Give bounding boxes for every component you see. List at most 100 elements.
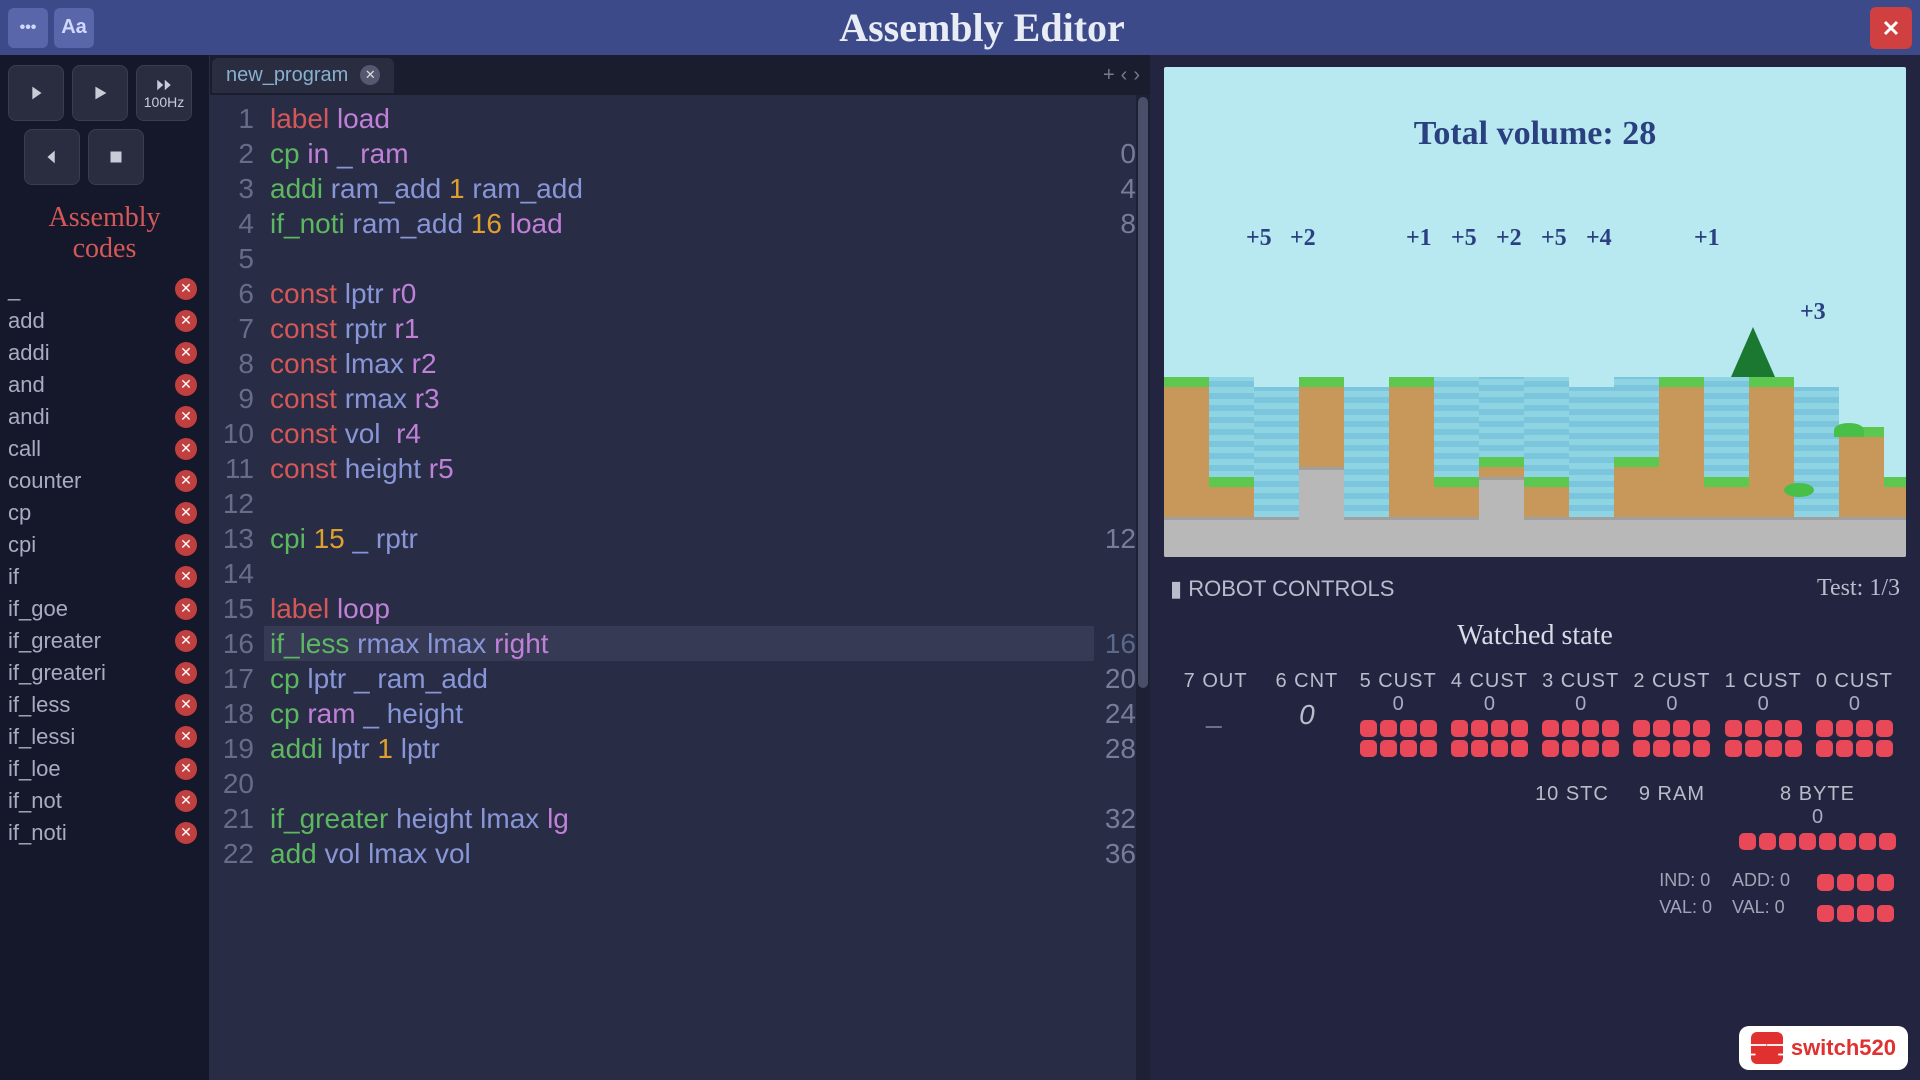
code-item[interactable]: if_loe✕ — [4, 753, 201, 785]
game-view: Total volume: 28 +5+2+1+5+2+5+4+1+3 — [1164, 67, 1906, 557]
code-line[interactable]: if_noti ram_add 16 load — [264, 206, 1094, 241]
tab-bar: new_program ✕ + ‹ › — [210, 55, 1150, 95]
volume-label: +4 — [1586, 225, 1612, 252]
remove-code-icon[interactable]: ✕ — [175, 374, 197, 396]
code-label: if_not — [8, 788, 62, 814]
code-area[interactable]: 12345678910111213141516171819202122 labe… — [210, 95, 1150, 1080]
code-item[interactable]: if_goe✕ — [4, 593, 201, 625]
state-col: 9 RAM — [1639, 783, 1705, 854]
code-item[interactable]: if_noti✕ — [4, 817, 201, 849]
tab-close-icon[interactable]: ✕ — [360, 65, 380, 85]
code-line[interactable] — [264, 241, 1094, 276]
code-line[interactable]: label load — [264, 101, 1094, 136]
remove-code-icon[interactable]: ✕ — [175, 406, 197, 428]
editor-scrollbar[interactable] — [1136, 95, 1150, 1080]
code-item[interactable]: if_lessi✕ — [4, 721, 201, 753]
remove-code-icon[interactable]: ✕ — [175, 438, 197, 460]
remove-code-icon[interactable]: ✕ — [175, 758, 197, 780]
code-line[interactable]: label loop — [264, 591, 1094, 626]
code-line[interactable]: const lmax r2 — [264, 346, 1094, 381]
state-col: 0 CUST0 — [1809, 670, 1900, 761]
code-item[interactable]: add✕ — [4, 305, 201, 337]
code-line[interactable]: if_greater height lmax lg — [264, 801, 1094, 836]
plant-icon — [1834, 423, 1864, 437]
tab-next-button[interactable]: › — [1133, 64, 1140, 87]
state-col: 4 CUST0 — [1444, 670, 1535, 761]
remove-code-icon[interactable]: ✕ — [175, 598, 197, 620]
code-line[interactable]: const rptr r1 — [264, 311, 1094, 346]
remove-code-icon[interactable]: ✕ — [175, 630, 197, 652]
state-row: 7 OUT_6 CNT05 CUST04 CUST03 CUST02 CUST0… — [1170, 670, 1900, 761]
stop-button[interactable] — [88, 129, 144, 185]
code-label: _ — [8, 276, 20, 302]
remove-code-icon[interactable]: ✕ — [175, 662, 197, 684]
code-line[interactable]: const vol r4 — [264, 416, 1094, 451]
code-line[interactable]: const lptr r0 — [264, 276, 1094, 311]
code-item[interactable]: if_greater✕ — [4, 625, 201, 657]
state-col: 7 OUT_ — [1170, 670, 1261, 761]
line-gutter: 12345678910111213141516171819202122 — [210, 95, 264, 1080]
tab-add-button[interactable]: + — [1103, 64, 1115, 87]
code-item[interactable]: if_greateri✕ — [4, 657, 201, 689]
fast-forward-button[interactable]: 100Hz — [136, 65, 192, 121]
scrollbar-thumb[interactable] — [1138, 97, 1148, 688]
code-line[interactable]: const height r5 — [264, 451, 1094, 486]
remove-code-icon[interactable]: ✕ — [175, 726, 197, 748]
code-label: call — [8, 436, 41, 462]
remove-code-icon[interactable]: ✕ — [175, 470, 197, 492]
play-button[interactable] — [72, 65, 128, 121]
code-item[interactable]: and✕ — [4, 369, 201, 401]
code-line[interactable] — [264, 766, 1094, 801]
remove-code-icon[interactable]: ✕ — [175, 502, 197, 524]
code-item[interactable]: cp✕ — [4, 497, 201, 529]
code-line[interactable] — [264, 486, 1094, 521]
code-line[interactable]: cp ram _ height — [264, 696, 1094, 731]
volume-label: +2 — [1290, 225, 1316, 252]
code-item[interactable]: _✕ — [4, 273, 201, 305]
more-button[interactable]: ••• — [8, 8, 48, 48]
code-item[interactable]: andi✕ — [4, 401, 201, 433]
remove-code-icon[interactable]: ✕ — [175, 822, 197, 844]
code-item[interactable]: if✕ — [4, 561, 201, 593]
tab-prev-button[interactable]: ‹ — [1121, 64, 1128, 87]
remove-code-icon[interactable]: ✕ — [175, 566, 197, 588]
close-button[interactable] — [1870, 7, 1912, 49]
code-item[interactable]: addi ✕ — [4, 337, 201, 369]
remove-code-icon[interactable]: ✕ — [175, 694, 197, 716]
remove-code-icon[interactable]: ✕ — [175, 278, 197, 300]
code-line[interactable]: add vol lmax vol — [264, 836, 1094, 871]
remove-code-icon[interactable]: ✕ — [175, 342, 197, 364]
back-button[interactable] — [24, 129, 80, 185]
font-button[interactable]: Aa — [54, 8, 94, 48]
codes-header: Assembly codes — [0, 195, 209, 269]
code-line[interactable]: addi ram_add 1 ram_add — [264, 171, 1094, 206]
total-volume-label: Total volume: 28 — [1164, 115, 1906, 153]
fast-forward-icon — [152, 76, 176, 94]
code-item[interactable]: counter✕ — [4, 465, 201, 497]
code-label: if_less — [8, 692, 70, 718]
code-line[interactable]: cp lptr _ ram_add — [264, 661, 1094, 696]
remove-code-icon[interactable]: ✕ — [175, 310, 197, 332]
code-line[interactable]: const rmax r3 — [264, 381, 1094, 416]
code-line[interactable]: cp in _ ram — [264, 136, 1094, 171]
code-item[interactable]: if_less ✕ — [4, 689, 201, 721]
code-line[interactable]: if_less rmax lmax right — [264, 626, 1094, 661]
code-item[interactable]: call ✕ — [4, 433, 201, 465]
code-item[interactable]: if_not ✕ — [4, 785, 201, 817]
remove-code-icon[interactable]: ✕ — [175, 790, 197, 812]
code-line[interactable] — [264, 556, 1094, 591]
volume-label: +5 — [1246, 225, 1272, 252]
code-line[interactable]: addi lptr 1 lptr — [264, 731, 1094, 766]
code-item[interactable]: cpi✕ — [4, 529, 201, 561]
state-col: 5 CUST0 — [1353, 670, 1444, 761]
tab[interactable]: new_program ✕ — [212, 58, 394, 93]
volume-label: +5 — [1541, 225, 1567, 252]
robot-controls-header: ▮ ROBOT CONTROLS — [1170, 576, 1394, 602]
step-button[interactable] — [8, 65, 64, 121]
state-col: 1 CUST0 — [1718, 670, 1809, 761]
kv-row: IND: 0VAL: 0ADD: 0VAL: 0 — [1170, 854, 1900, 926]
code-line[interactable]: cpi 15 _ rptr — [264, 521, 1094, 556]
switch-icon: ⫍⫎ — [1751, 1032, 1783, 1064]
remove-code-icon[interactable]: ✕ — [175, 534, 197, 556]
code-label: addi — [8, 340, 50, 366]
